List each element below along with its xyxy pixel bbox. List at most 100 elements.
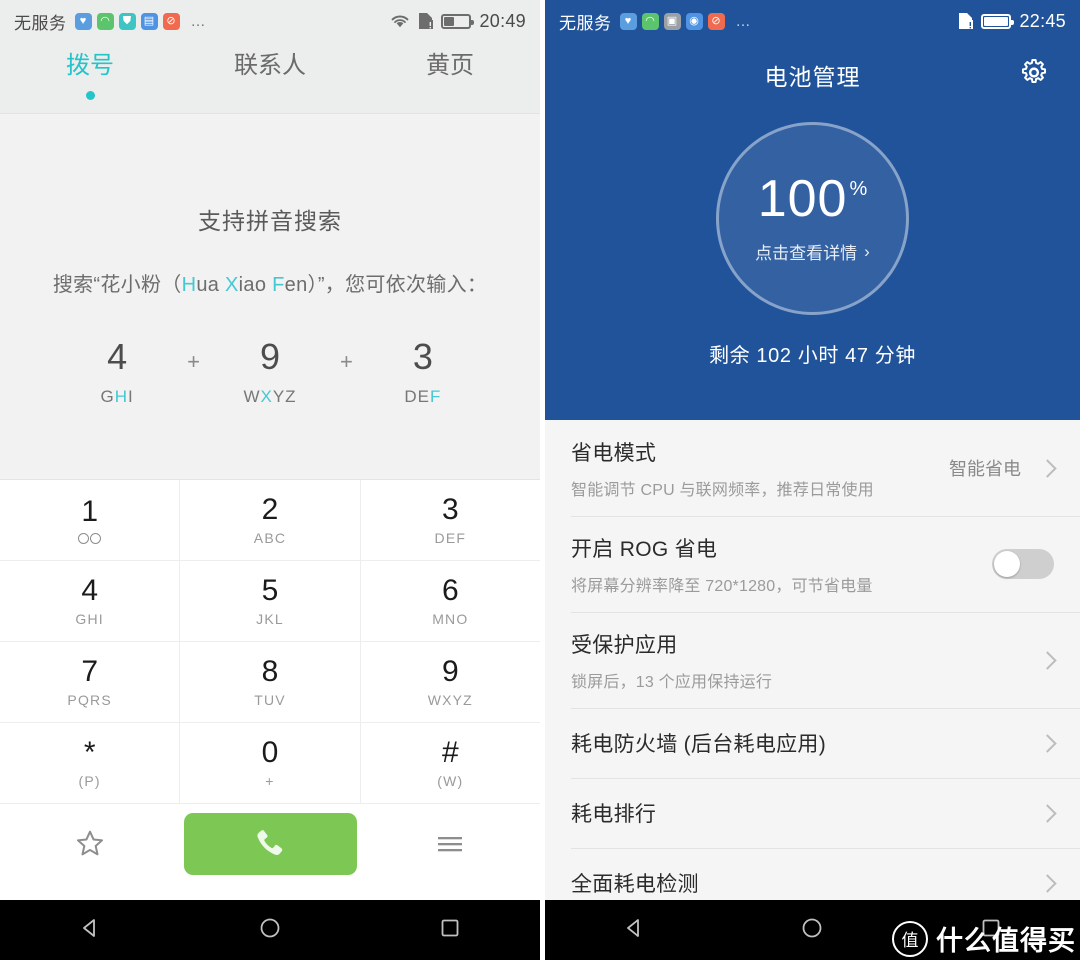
hint-pinyin-h: H — [181, 274, 197, 296]
battery-nav-bar: 值 什么值得买 — [545, 900, 1080, 960]
call-button[interactable] — [183, 813, 357, 875]
home-circle-icon[interactable] — [257, 915, 283, 946]
key-7-digit: 7 — [81, 654, 98, 688]
tab-yellowpages[interactable]: 黄页 — [360, 54, 540, 78]
key-2-digit: 2 — [261, 492, 279, 526]
hint-code-3-letters-before: DE — [404, 387, 430, 406]
battery-percent-ring[interactable]: 100 % 点击查看详情 › — [716, 122, 909, 315]
hint-pinyin-ua: ua — [196, 274, 226, 296]
row-power-firewall[interactable]: 耗电防火墙 (后台耗电应用) — [545, 708, 1080, 778]
key-9[interactable]: 9 WXYZ — [360, 642, 540, 723]
battery-icon — [981, 13, 1015, 29]
hamburger-menu-icon — [438, 837, 462, 852]
row-power-saving-mode-text: 省电模式 智能调节 CPU 与联网频率，推荐日常使用 — [571, 437, 949, 500]
tab-contacts[interactable]: 联系人 — [180, 54, 360, 78]
tab-dialpad[interactable]: 拨号 — [0, 54, 180, 100]
hint-code-2: 9 WXYZ — [222, 339, 318, 407]
hint-code-sequence: 4 GHI + 9 WXYZ + 3 DEF — [69, 339, 471, 407]
hint-plus-1: + — [187, 349, 200, 374]
gear-icon[interactable] — [1018, 57, 1050, 94]
row-full-power-check-text: 全面耗电检测 — [571, 868, 1041, 898]
gallery-icon: ▣ — [663, 12, 681, 30]
green-app-icon: ◠ — [641, 12, 659, 30]
rog-power-saving-toggle[interactable] — [992, 549, 1054, 579]
green-app-icon: ◠ — [96, 12, 114, 30]
key-0[interactable]: 0 + — [180, 723, 361, 804]
page-title: 电池管理 — [764, 64, 861, 90]
key-8-digit: 8 — [261, 654, 279, 688]
recents-square-icon[interactable] — [437, 915, 463, 946]
key-6-letters: MNO — [432, 610, 469, 627]
row-power-ranking[interactable]: 耗电排行 — [545, 778, 1080, 848]
key-1[interactable]: 1 — [0, 480, 181, 561]
key-6[interactable]: 6 MNO — [360, 561, 540, 642]
voicemail-icon — [78, 532, 102, 544]
status-right-cluster: 22:45 — [958, 11, 1066, 32]
status-right-cluster: 20:49 — [390, 11, 526, 32]
key-star[interactable]: * (P) — [0, 723, 181, 804]
tab-dialpad-label: 拨号 — [66, 52, 114, 79]
row-power-firewall-title: 耗电防火墙 (后台耗电应用) — [571, 733, 827, 756]
menu-button[interactable] — [360, 832, 540, 856]
key-star-digit: * — [83, 735, 96, 769]
key-hash[interactable]: # (W) — [360, 723, 540, 804]
battery-percent-value: 100 — [757, 170, 848, 228]
hint-title: 支持拼音搜索 — [198, 208, 342, 234]
row-power-ranking-text: 耗电排行 — [571, 798, 1041, 828]
site-watermark: 值 什么值得买 — [892, 919, 1076, 958]
favorites-button[interactable] — [0, 827, 180, 861]
key-2[interactable]: 2 ABC — [180, 480, 361, 561]
document-icon: ▤ — [140, 12, 158, 30]
key-7[interactable]: 7 PQRS — [0, 642, 181, 723]
hint-pinyin-en: en — [284, 274, 308, 296]
dialpad-row-3: 7 PQRS 8 TUV 9 WXYZ — [0, 642, 540, 723]
key-3-digit: 3 — [441, 492, 459, 526]
key-3[interactable]: 3 DEF — [360, 480, 540, 561]
hint-code-2-letters-before: W — [243, 387, 261, 406]
row-protected-apps-desc: 锁屏后，13 个应用保持运行 — [571, 673, 773, 691]
row-power-firewall-text: 耗电防火墙 (后台耗电应用) — [571, 728, 1041, 758]
row-power-saving-mode-desc: 智能调节 CPU 与联网频率，推荐日常使用 — [571, 481, 874, 499]
sim-alert-icon — [958, 12, 974, 30]
battery-detail-link[interactable]: 点击查看详情 › — [755, 239, 870, 264]
row-power-saving-mode[interactable]: 省电模式 智能调节 CPU 与联网频率，推荐日常使用 智能省电 — [545, 420, 1080, 516]
row-rog-power-saving[interactable]: 开启 ROG 省电 将屏幕分辨率降至 720*1280，可节省电量 — [545, 516, 1080, 612]
dialpad: 1 2 ABC 3 DEF 4 GHI 5 JKL 6 MNO 7 PQRS 8… — [0, 480, 540, 804]
home-circle-icon[interactable] — [799, 915, 825, 946]
key-4-digit: 4 — [81, 573, 98, 607]
back-triangle-icon[interactable] — [77, 915, 103, 946]
key-8-letters: TUV — [254, 691, 286, 708]
key-9-letters: WXYZ — [427, 691, 473, 708]
hint-code-3-letters-hl: F — [429, 387, 442, 406]
clock-label: 22:45 — [1019, 10, 1066, 31]
chevron-right-icon — [1038, 458, 1057, 478]
screenshot-root: 无服务 ♥ ◠ ⛊ ▤ ⊘ … 20:49 拨号 联系人 黄页 支持拼音搜索 搜… — [0, 0, 1080, 960]
row-rog-power-saving-text: 开启 ROG 省电 将屏幕分辨率降至 720*1280，可节省电量 — [571, 533, 992, 596]
hint-pinyin-iao: iao — [238, 274, 273, 296]
battery-status-bar: 无服务 ♥ ◠ ▣ ◉ ⊘ … 22:45 — [545, 0, 1080, 42]
hint-code-1-digit: 4 — [107, 336, 128, 377]
call-button-wrap — [180, 813, 360, 875]
key-hash-sub: (W) — [437, 772, 464, 789]
key-4[interactable]: 4 GHI — [0, 561, 181, 642]
key-6-digit: 6 — [441, 573, 459, 607]
hint-code-1-letters-before: G — [100, 387, 115, 406]
hint-pinyin-x: X — [225, 274, 239, 296]
key-2-letters: ABC — [253, 529, 287, 546]
battery-icon — [441, 13, 475, 29]
status-overflow-dots: … — [735, 12, 753, 30]
key-7-letters: PQRS — [67, 691, 112, 708]
row-full-power-check-title: 全面耗电检测 — [571, 873, 699, 896]
key-8[interactable]: 8 TUV — [180, 642, 361, 723]
key-hash-digit: # — [441, 735, 459, 769]
chevron-right-icon: › — [864, 241, 870, 261]
key-5[interactable]: 5 JKL — [180, 561, 361, 642]
key-1-digit: 1 — [81, 494, 98, 528]
carrier-label: 无服务 — [559, 13, 612, 33]
battery-title-row: 电池管理 — [545, 42, 1080, 108]
row-protected-apps[interactable]: 受保护应用 锁屏后，13 个应用保持运行 — [545, 612, 1080, 708]
battery-header: 电池管理 100 % 点击查看详情 › 剩余 102 小时 47 分钟 — [545, 42, 1080, 420]
battery-settings-list: 省电模式 智能调节 CPU 与联网频率，推荐日常使用 智能省电 开启 ROG 省… — [545, 420, 1080, 918]
back-triangle-icon[interactable] — [621, 915, 647, 946]
hint-code-3-digit: 3 — [412, 336, 433, 377]
